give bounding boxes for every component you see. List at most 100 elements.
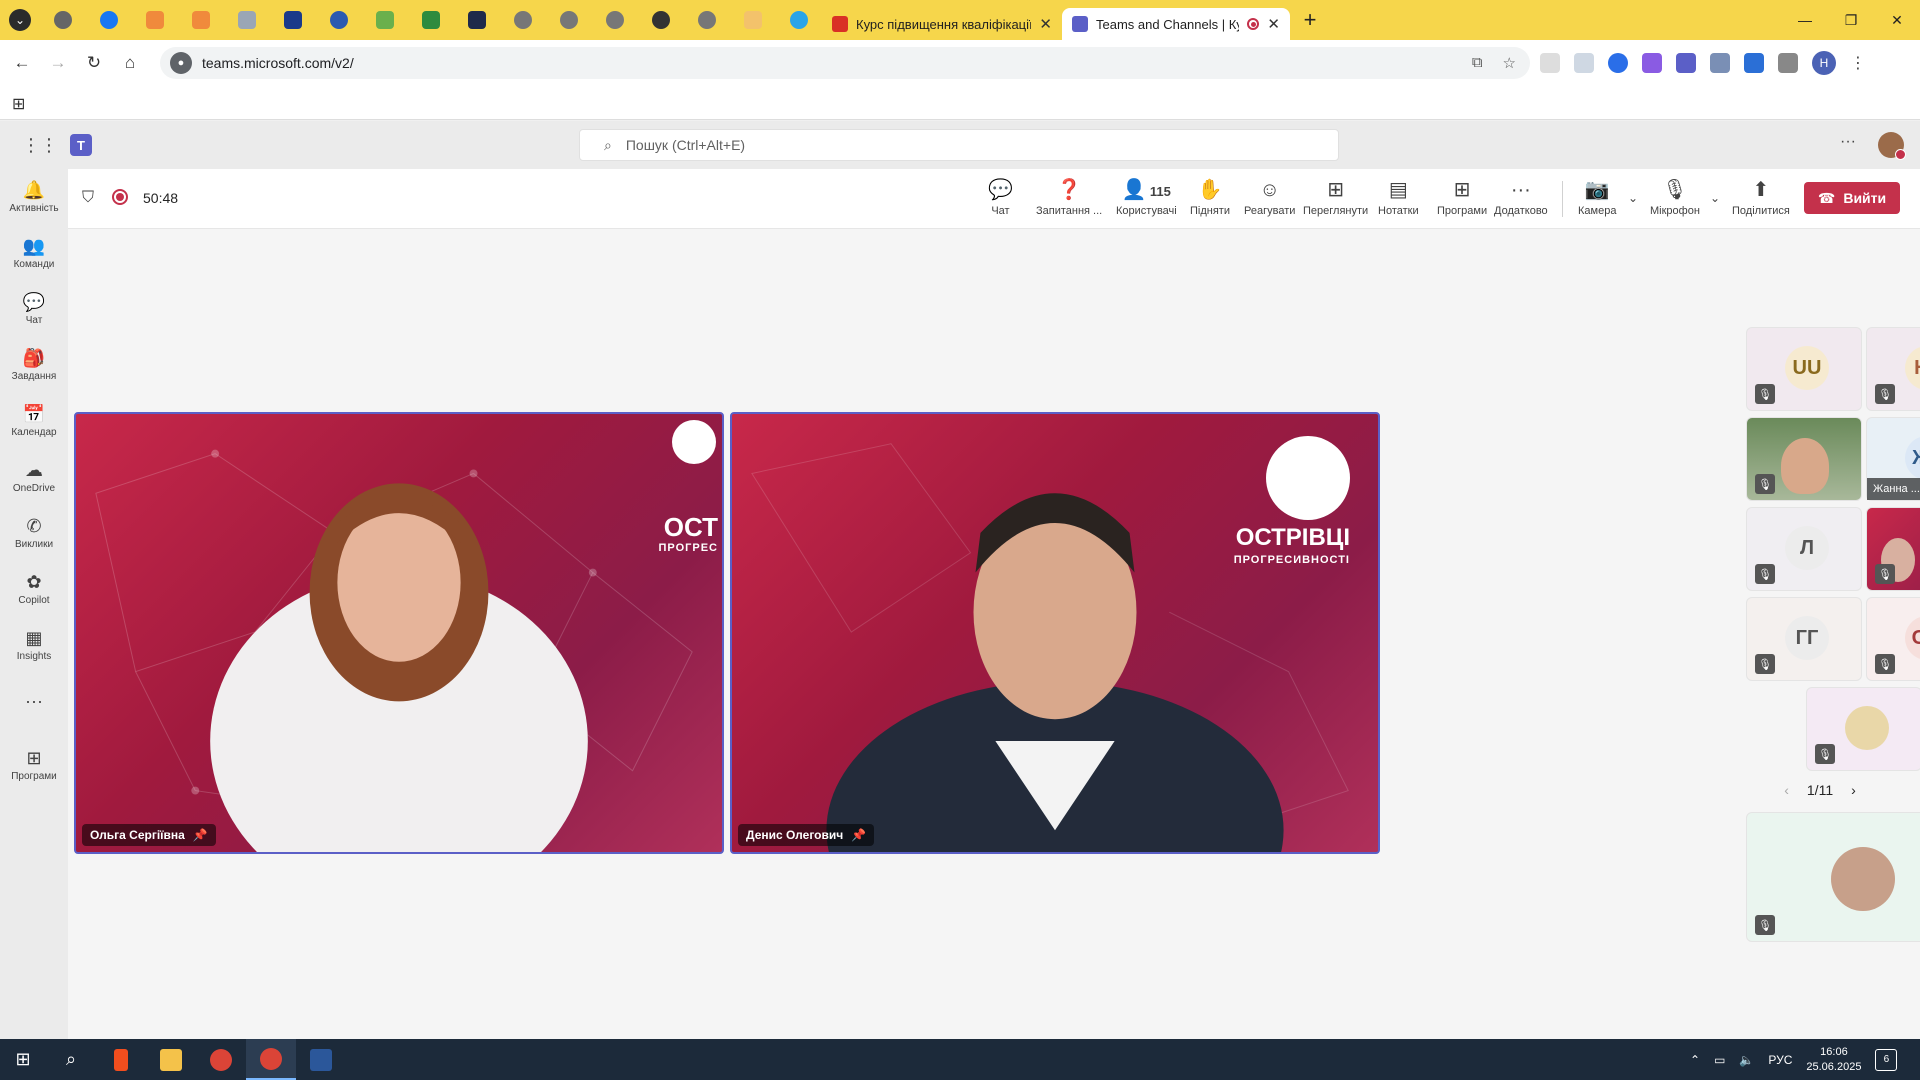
camera-options-chevron-icon[interactable]: ⌄ (1628, 191, 1638, 205)
participant-tile[interactable]: НГ 🎙 (1866, 327, 1920, 411)
chevron-right-icon[interactable]: › (1851, 782, 1856, 798)
extension-icon[interactable] (1642, 53, 1662, 73)
participant-tile[interactable]: ЖГ Жанна ... 🎙 ··· (1866, 417, 1920, 501)
bookmark-star-icon[interactable]: ☆ (1503, 54, 1516, 72)
mic-in-use-icon[interactable]: ● (170, 52, 192, 74)
pinned-tab[interactable] (408, 0, 454, 40)
volume-icon[interactable]: 🔈 (1739, 1053, 1754, 1067)
participant-video-tile[interactable]: 🎙 (1746, 417, 1862, 501)
pinned-tab[interactable] (730, 0, 776, 40)
taskbar-app[interactable] (196, 1039, 246, 1080)
browser-tab-active[interactable]: Teams and Channels | Курс ✕ (1062, 8, 1290, 40)
taskbar-search-button[interactable]: ⌕ (46, 1039, 96, 1080)
my-avatar[interactable] (1878, 132, 1906, 160)
close-window-button[interactable]: ✕ (1874, 12, 1920, 29)
rail-item-phone[interactable]: ✆ Виклики (0, 505, 68, 561)
screenshot-icon[interactable] (1540, 53, 1560, 73)
pinned-tab[interactable] (684, 0, 730, 40)
close-icon[interactable]: ✕ (1267, 15, 1280, 33)
raise-hand-button[interactable]: ✋ Підняти (1190, 179, 1230, 217)
recording-indicator-icon[interactable] (112, 189, 128, 205)
camera-button[interactable]: 📷 Камера (1578, 179, 1616, 217)
shield-icon[interactable] (1744, 53, 1764, 73)
participant-video-tile[interactable]: 🎙 (1866, 507, 1920, 591)
search-input[interactable]: ⌕ Пошук (Ctrl+Alt+E) (579, 129, 1339, 161)
chevron-left-icon[interactable]: ‹ (1784, 782, 1789, 798)
pinned-tab[interactable] (546, 0, 592, 40)
rail-item-more[interactable]: ··· (0, 673, 68, 729)
people-button[interactable]: 👤 115 Користувачі (1116, 179, 1177, 217)
home-button[interactable]: ⌂ (112, 53, 148, 73)
restore-button[interactable]: ❐ (1828, 12, 1874, 29)
back-button[interactable]: ← (4, 53, 40, 73)
forward-button[interactable]: → (40, 53, 76, 73)
pinned-tab[interactable] (86, 0, 132, 40)
start-button[interactable]: ⊞ (0, 1039, 46, 1080)
view-button[interactable]: ⊞ Переглянути (1303, 179, 1368, 217)
chevron-up-icon[interactable]: ⌃ (1690, 1053, 1700, 1067)
participant-tile[interactable]: ГГ 🎙 (1746, 597, 1862, 681)
notes-button[interactable]: ▤ Нотатки (1378, 179, 1419, 217)
taskbar-app[interactable] (96, 1039, 146, 1080)
pinned-tab[interactable] (270, 0, 316, 40)
react-button[interactable]: ☺ Реагувати (1244, 179, 1295, 217)
taskbar-app-active[interactable] (246, 1039, 296, 1080)
puzzle-icon[interactable] (1778, 53, 1798, 73)
pinned-tab[interactable] (316, 0, 362, 40)
install-app-icon[interactable]: ⧉ (1472, 54, 1483, 72)
app-launcher-icon[interactable]: ⋮⋮ (22, 135, 58, 156)
language-indicator[interactable]: РУС (1768, 1053, 1792, 1067)
profile-avatar[interactable]: Н (1812, 51, 1836, 75)
pinned-tab[interactable] (132, 0, 178, 40)
rail-item-bell[interactable]: 🔔 Активність (0, 169, 68, 225)
rail-item-calendar[interactable]: 📅 Календар (0, 393, 68, 449)
rail-item-chat[interactable]: 💬 Чат (0, 281, 68, 337)
pin-icon[interactable]: 📌 (851, 828, 866, 842)
new-tab-button[interactable]: + (1290, 7, 1330, 33)
rail-item-teams[interactable]: 👥 Команди (0, 225, 68, 281)
pinned-tab[interactable] (776, 0, 822, 40)
extension-icon[interactable] (1676, 53, 1696, 73)
more-button[interactable]: ··· Додатково (1494, 179, 1548, 217)
apps-grid-icon[interactable]: ⊞ (12, 94, 25, 114)
rail-item-backpack[interactable]: 🎒 Завдання (0, 337, 68, 393)
pinned-tab[interactable] (224, 0, 270, 40)
pin-icon[interactable]: 📌 (193, 828, 208, 842)
translate-icon[interactable] (1574, 53, 1594, 73)
pinned-tab[interactable] (178, 0, 224, 40)
chat-button[interactable]: 💬 Чат (988, 179, 1013, 217)
rail-item-add-apps[interactable]: ⊞ Програми (0, 737, 68, 793)
tab-search-button[interactable]: ⌄ (0, 0, 40, 40)
pinned-tab[interactable] (40, 0, 86, 40)
video-tile-main[interactable]: ОСТРІВЦІ ПРОГРЕСИВНОСТІ Денис Олегович 📌 (730, 412, 1380, 854)
video-tile-main[interactable]: ОСТ ПРОГРЕС Ольга Сергіївна 📌 (74, 412, 724, 854)
address-bar[interactable]: ● teams.microsoft.com/v2/ ⧉ ☆ (160, 47, 1530, 79)
more-options-icon[interactable]: ··· (1840, 133, 1856, 151)
rail-item-insights[interactable]: ▦ Insights (0, 617, 68, 673)
reload-button[interactable]: ↻ (76, 53, 112, 73)
browser-tab[interactable]: Курс підвищення кваліфікації ✕ (822, 8, 1062, 40)
qa-button[interactable]: ❓ Запитання ... (1036, 179, 1102, 217)
pinned-tab[interactable] (638, 0, 684, 40)
participant-tile[interactable]: 🎙 (1806, 687, 1920, 771)
shield-icon[interactable]: ⛉ (82, 189, 94, 207)
pinned-tab[interactable] (500, 0, 546, 40)
menu-icon[interactable]: ⋮ (1850, 53, 1866, 73)
extension-icon[interactable] (1608, 53, 1628, 73)
close-icon[interactable]: ✕ (1039, 15, 1052, 33)
rail-item-cloud[interactable]: ☁ OneDrive (0, 449, 68, 505)
network-icon[interactable]: ▭ (1714, 1053, 1725, 1067)
pinned-tab[interactable] (362, 0, 408, 40)
taskbar-app[interactable] (296, 1039, 346, 1080)
extension-icon[interactable] (1710, 53, 1730, 73)
apps-button[interactable]: ⊞ Програми (1437, 179, 1487, 217)
pinned-tab[interactable] (454, 0, 500, 40)
pinned-tab[interactable] (592, 0, 638, 40)
rail-item-copilot[interactable]: ✿ Copilot (0, 561, 68, 617)
participant-tile[interactable]: UU 🎙 (1746, 327, 1862, 411)
notification-center-button[interactable]: 6 (1875, 1048, 1898, 1071)
my-video-tile[interactable]: 🎙 (1746, 812, 1920, 942)
clock[interactable]: 16:06 25.06.2025 (1806, 1045, 1861, 1075)
taskbar-app[interactable] (146, 1039, 196, 1080)
participant-tile[interactable]: СМ 🎙 (1866, 597, 1920, 681)
